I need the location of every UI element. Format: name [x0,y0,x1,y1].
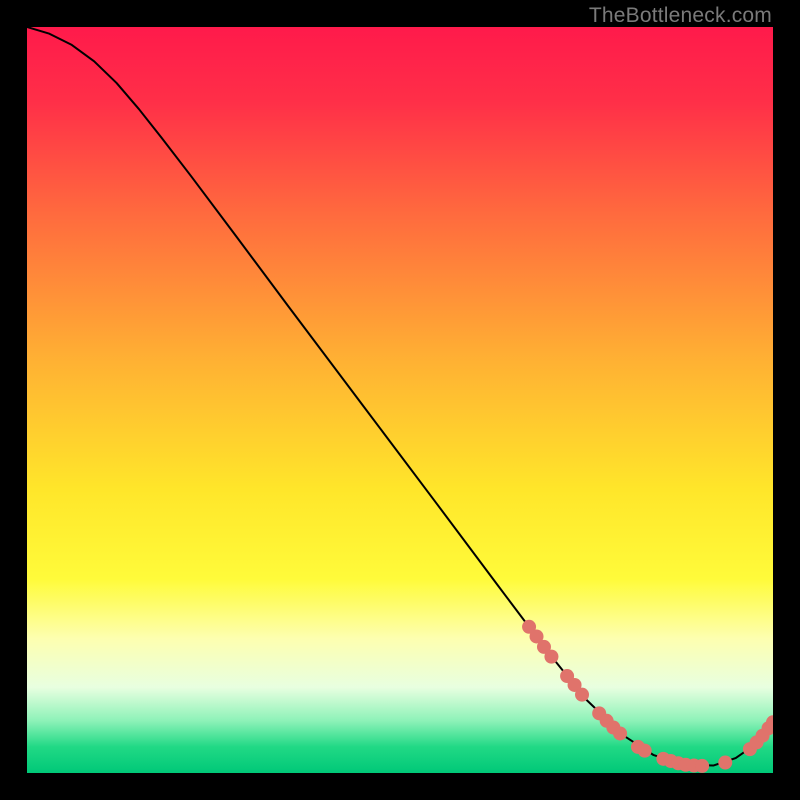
data-marker [695,759,709,773]
data-marker [718,756,732,770]
data-marker [638,744,652,758]
watermark-text: TheBottleneck.com [589,4,772,28]
data-marker [613,726,627,740]
data-marker [544,650,558,664]
data-marker [575,688,589,702]
gradient-background [27,27,773,773]
bottleneck-curve-chart [27,27,773,773]
chart-stage: TheBottleneck.com [0,0,800,800]
